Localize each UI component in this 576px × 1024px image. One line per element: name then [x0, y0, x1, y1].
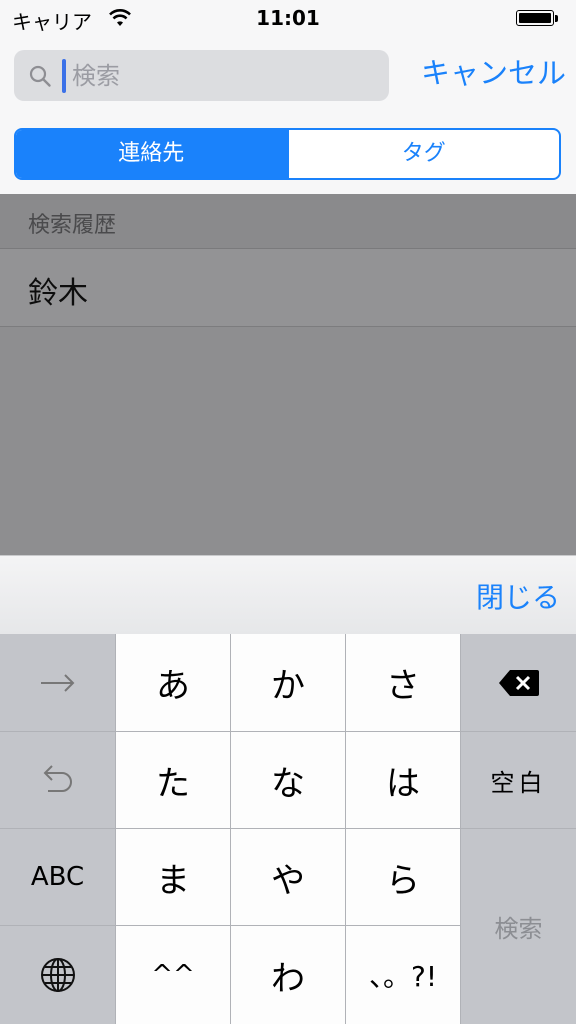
key-divider — [460, 634, 461, 1024]
next-key[interactable] — [0, 634, 115, 731]
key-divider — [0, 925, 461, 926]
history-item-label: 鈴木 — [28, 276, 88, 311]
clock: 11:01 — [256, 6, 320, 30]
arrow-right-icon — [40, 673, 74, 692]
history-section-header: 検索履歴 — [0, 194, 576, 249]
search-field[interactable] — [14, 50, 389, 101]
key-ha[interactable]: は — [346, 732, 460, 828]
key-punctuation[interactable]: 、。?! — [346, 926, 460, 1024]
key-sa[interactable]: さ — [346, 634, 460, 731]
kana-keyboard: ABC あ か さ た な は ま や ら ^^ わ 、。?! 空白 検索 — [0, 634, 576, 1024]
undo-key[interactable] — [0, 732, 115, 828]
undo-icon — [43, 765, 72, 792]
search-history-overlay[interactable]: 検索履歴 鈴木 — [0, 194, 576, 555]
cancel-button[interactable]: キャンセル — [400, 52, 566, 94]
key-ya[interactable]: や — [231, 829, 345, 925]
history-header-label: 検索履歴 — [28, 213, 117, 238]
key-ta[interactable]: た — [116, 732, 230, 828]
scope-segmented-control: 連絡先 タグ — [14, 128, 561, 180]
search-input[interactable] — [72, 58, 372, 94]
key-ka[interactable]: か — [231, 634, 345, 731]
segment-tags[interactable]: タグ — [286, 130, 560, 178]
key-divider — [345, 634, 346, 1024]
key-divider — [0, 828, 576, 829]
space-key[interactable]: 空白 — [461, 732, 576, 828]
delete-icon — [498, 669, 539, 696]
keyboard-accessory-toolbar: 閉じる — [0, 555, 576, 634]
close-keyboard-button[interactable]: 閉じる — [476, 576, 560, 616]
key-na[interactable]: な — [231, 732, 345, 828]
text-cursor — [62, 59, 66, 93]
history-item[interactable]: 鈴木 — [0, 249, 576, 327]
delete-key[interactable] — [461, 634, 576, 731]
key-divider — [230, 634, 231, 1024]
battery-icon — [516, 10, 560, 28]
search-icon — [29, 65, 51, 87]
key-emoticon[interactable]: ^^ — [116, 926, 230, 1024]
key-a[interactable]: あ — [116, 634, 230, 731]
abc-key[interactable]: ABC — [0, 829, 115, 925]
globe-icon — [40, 958, 75, 992]
globe-key[interactable] — [0, 926, 115, 1024]
key-divider — [115, 634, 116, 1024]
key-ra[interactable]: ら — [346, 829, 460, 925]
key-divider — [0, 731, 576, 732]
key-wa[interactable]: わ — [231, 926, 345, 1024]
status-bar: キャリア 11:01 — [0, 0, 576, 38]
segment-contacts[interactable]: 連絡先 — [16, 130, 287, 178]
search-key[interactable]: 検索 — [461, 829, 576, 1024]
key-ma[interactable]: ま — [116, 829, 230, 925]
